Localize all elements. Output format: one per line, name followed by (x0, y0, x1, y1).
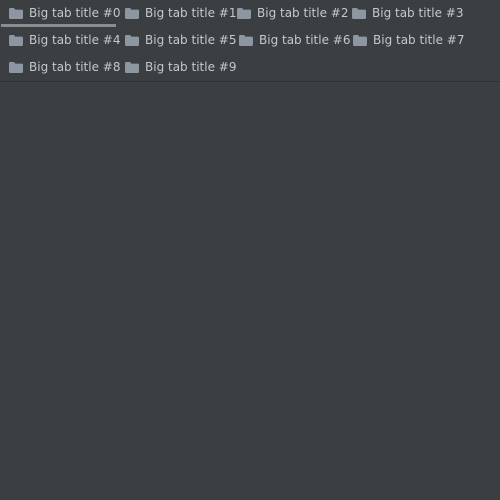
tab-7[interactable]: Big tab title #7 (344, 27, 464, 54)
tab-row-2: Big tab title #4 Big tab title #5 Big ta… (0, 27, 500, 54)
tab-9[interactable]: Big tab title #9 (116, 54, 236, 81)
folder-icon (9, 8, 23, 19)
tab-row-3: Big tab title #8 Big tab title #9 (0, 54, 500, 81)
tab-row-1: Big tab title #0 Big tab title #1 Big ta… (0, 0, 500, 27)
tab-0-label: Big tab title #0 (29, 6, 121, 20)
tab-8-label: Big tab title #8 (29, 60, 121, 74)
tab-2[interactable]: Big tab title #2 (228, 0, 348, 27)
tab-4-label: Big tab title #4 (29, 33, 121, 47)
tab-3[interactable]: Big tab title #3 (343, 0, 463, 27)
tab-6-label: Big tab title #6 (259, 33, 351, 47)
folder-icon (353, 35, 367, 46)
tab-4[interactable]: Big tab title #4 (0, 27, 120, 54)
tab-strip: Big tab title #0 Big tab title #1 Big ta… (0, 0, 500, 82)
tab-9-label: Big tab title #9 (145, 60, 237, 74)
folder-icon (9, 35, 23, 46)
folder-icon (125, 35, 139, 46)
tab-2-label: Big tab title #2 (257, 6, 349, 20)
tab-3-label: Big tab title #3 (372, 6, 464, 20)
folder-icon (352, 8, 366, 19)
tab-1-label: Big tab title #1 (145, 6, 237, 20)
tab-1[interactable]: Big tab title #1 (116, 0, 236, 27)
tab-5-label: Big tab title #5 (145, 33, 237, 47)
tab-7-label: Big tab title #7 (373, 33, 465, 47)
tab-0[interactable]: Big tab title #0 (0, 0, 121, 27)
folder-icon (125, 8, 139, 19)
folder-icon (239, 35, 253, 46)
app-window: Big tab title #0 Big tab title #1 Big ta… (0, 0, 500, 500)
folder-icon (237, 8, 251, 19)
tab-content-area (0, 82, 500, 500)
tab-8[interactable]: Big tab title #8 (0, 54, 120, 81)
folder-icon (125, 62, 139, 73)
folder-icon (9, 62, 23, 73)
tab-6[interactable]: Big tab title #6 (230, 27, 350, 54)
tab-5[interactable]: Big tab title #5 (116, 27, 236, 54)
